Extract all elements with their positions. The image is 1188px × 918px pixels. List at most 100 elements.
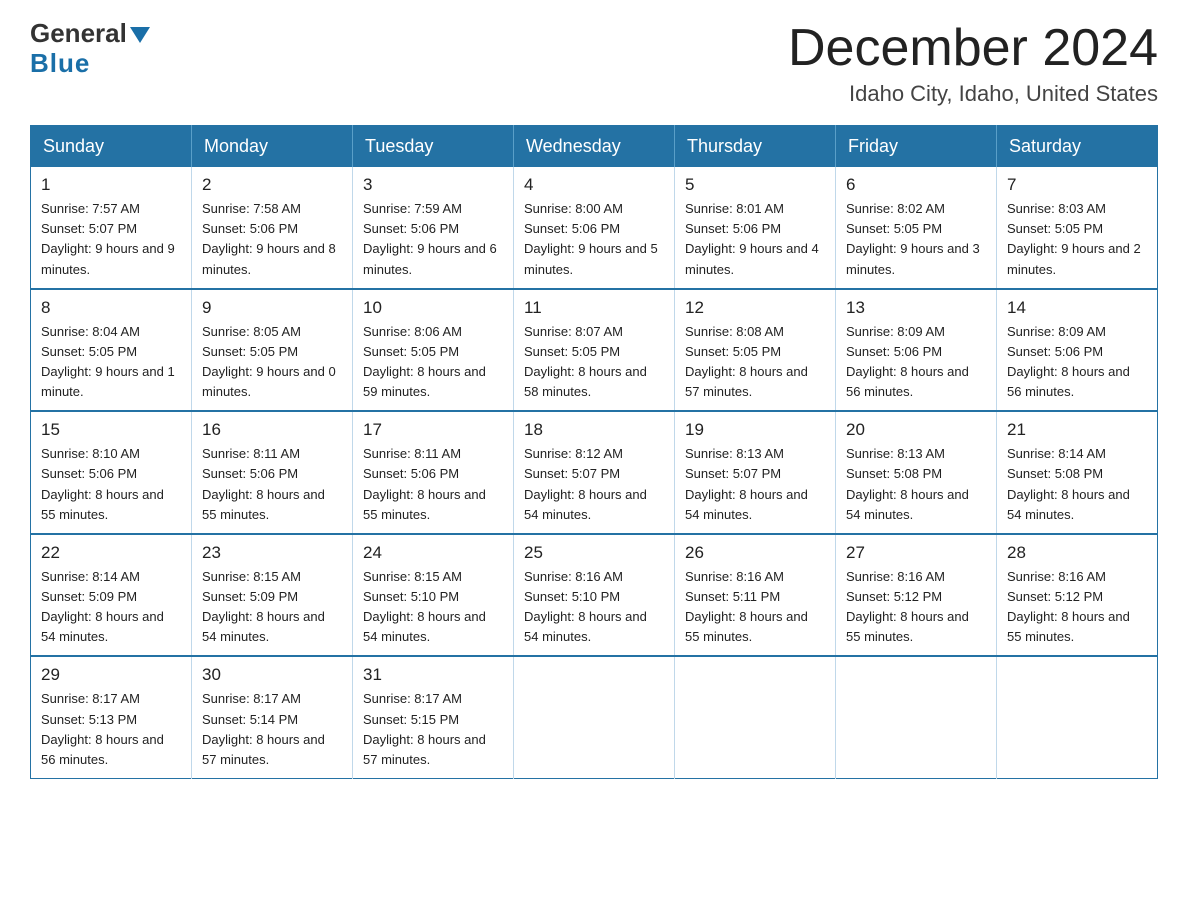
table-row: 26 Sunrise: 8:16 AM Sunset: 5:11 PM Dayl… — [675, 534, 836, 657]
day-number: 24 — [363, 543, 503, 563]
title-block: December 2024 Idaho City, Idaho, United … — [788, 20, 1158, 107]
header-sunday: Sunday — [31, 126, 192, 168]
header-tuesday: Tuesday — [353, 126, 514, 168]
table-row: 29 Sunrise: 8:17 AM Sunset: 5:13 PM Dayl… — [31, 656, 192, 778]
day-info: Sunrise: 8:15 AM Sunset: 5:09 PM Dayligh… — [202, 567, 342, 648]
day-info: Sunrise: 8:12 AM Sunset: 5:07 PM Dayligh… — [524, 444, 664, 525]
day-info: Sunrise: 7:58 AM Sunset: 5:06 PM Dayligh… — [202, 199, 342, 280]
table-row: 21 Sunrise: 8:14 AM Sunset: 5:08 PM Dayl… — [997, 411, 1158, 534]
day-info: Sunrise: 8:03 AM Sunset: 5:05 PM Dayligh… — [1007, 199, 1147, 280]
table-row: 31 Sunrise: 8:17 AM Sunset: 5:15 PM Dayl… — [353, 656, 514, 778]
page-subtitle: Idaho City, Idaho, United States — [788, 81, 1158, 107]
table-row: 11 Sunrise: 8:07 AM Sunset: 5:05 PM Dayl… — [514, 289, 675, 412]
day-number: 3 — [363, 175, 503, 195]
day-info: Sunrise: 7:59 AM Sunset: 5:06 PM Dayligh… — [363, 199, 503, 280]
day-info: Sunrise: 8:16 AM Sunset: 5:12 PM Dayligh… — [846, 567, 986, 648]
day-info: Sunrise: 8:13 AM Sunset: 5:08 PM Dayligh… — [846, 444, 986, 525]
table-row: 18 Sunrise: 8:12 AM Sunset: 5:07 PM Dayl… — [514, 411, 675, 534]
day-number: 30 — [202, 665, 342, 685]
day-number: 7 — [1007, 175, 1147, 195]
table-row: 28 Sunrise: 8:16 AM Sunset: 5:12 PM Dayl… — [997, 534, 1158, 657]
calendar-week-2: 8 Sunrise: 8:04 AM Sunset: 5:05 PM Dayli… — [31, 289, 1158, 412]
table-row: 4 Sunrise: 8:00 AM Sunset: 5:06 PM Dayli… — [514, 167, 675, 289]
day-number: 9 — [202, 298, 342, 318]
table-row: 1 Sunrise: 7:57 AM Sunset: 5:07 PM Dayli… — [31, 167, 192, 289]
table-row: 19 Sunrise: 8:13 AM Sunset: 5:07 PM Dayl… — [675, 411, 836, 534]
day-info: Sunrise: 8:17 AM Sunset: 5:15 PM Dayligh… — [363, 689, 503, 770]
day-info: Sunrise: 8:05 AM Sunset: 5:05 PM Dayligh… — [202, 322, 342, 403]
day-number: 15 — [41, 420, 181, 440]
table-row: 10 Sunrise: 8:06 AM Sunset: 5:05 PM Dayl… — [353, 289, 514, 412]
day-number: 6 — [846, 175, 986, 195]
day-info: Sunrise: 8:11 AM Sunset: 5:06 PM Dayligh… — [363, 444, 503, 525]
day-number: 14 — [1007, 298, 1147, 318]
day-info: Sunrise: 8:07 AM Sunset: 5:05 PM Dayligh… — [524, 322, 664, 403]
table-row: 30 Sunrise: 8:17 AM Sunset: 5:14 PM Dayl… — [192, 656, 353, 778]
day-number: 21 — [1007, 420, 1147, 440]
calendar-week-1: 1 Sunrise: 7:57 AM Sunset: 5:07 PM Dayli… — [31, 167, 1158, 289]
day-info: Sunrise: 8:09 AM Sunset: 5:06 PM Dayligh… — [1007, 322, 1147, 403]
day-number: 2 — [202, 175, 342, 195]
day-number: 22 — [41, 543, 181, 563]
day-info: Sunrise: 8:01 AM Sunset: 5:06 PM Dayligh… — [685, 199, 825, 280]
day-info: Sunrise: 8:00 AM Sunset: 5:06 PM Dayligh… — [524, 199, 664, 280]
day-info: Sunrise: 8:17 AM Sunset: 5:14 PM Dayligh… — [202, 689, 342, 770]
table-row: 27 Sunrise: 8:16 AM Sunset: 5:12 PM Dayl… — [836, 534, 997, 657]
table-row — [514, 656, 675, 778]
day-info: Sunrise: 8:15 AM Sunset: 5:10 PM Dayligh… — [363, 567, 503, 648]
day-number: 13 — [846, 298, 986, 318]
day-number: 19 — [685, 420, 825, 440]
table-row: 20 Sunrise: 8:13 AM Sunset: 5:08 PM Dayl… — [836, 411, 997, 534]
calendar-week-4: 22 Sunrise: 8:14 AM Sunset: 5:09 PM Dayl… — [31, 534, 1158, 657]
day-number: 8 — [41, 298, 181, 318]
table-row — [836, 656, 997, 778]
day-number: 17 — [363, 420, 503, 440]
day-info: Sunrise: 8:10 AM Sunset: 5:06 PM Dayligh… — [41, 444, 181, 525]
header-saturday: Saturday — [997, 126, 1158, 168]
day-number: 26 — [685, 543, 825, 563]
page-title: December 2024 — [788, 20, 1158, 77]
day-info: Sunrise: 8:02 AM Sunset: 5:05 PM Dayligh… — [846, 199, 986, 280]
table-row: 7 Sunrise: 8:03 AM Sunset: 5:05 PM Dayli… — [997, 167, 1158, 289]
table-row: 23 Sunrise: 8:15 AM Sunset: 5:09 PM Dayl… — [192, 534, 353, 657]
day-info: Sunrise: 8:17 AM Sunset: 5:13 PM Dayligh… — [41, 689, 181, 770]
header-monday: Monday — [192, 126, 353, 168]
logo: General Blue — [30, 20, 153, 79]
day-number: 1 — [41, 175, 181, 195]
table-row: 3 Sunrise: 7:59 AM Sunset: 5:06 PM Dayli… — [353, 167, 514, 289]
calendar-header-row: Sunday Monday Tuesday Wednesday Thursday… — [31, 126, 1158, 168]
table-row: 9 Sunrise: 8:05 AM Sunset: 5:05 PM Dayli… — [192, 289, 353, 412]
table-row: 15 Sunrise: 8:10 AM Sunset: 5:06 PM Dayl… — [31, 411, 192, 534]
day-number: 28 — [1007, 543, 1147, 563]
header-wednesday: Wednesday — [514, 126, 675, 168]
logo-blue-text: Blue — [30, 48, 90, 79]
logo-general-text: General — [30, 20, 127, 46]
table-row: 22 Sunrise: 8:14 AM Sunset: 5:09 PM Dayl… — [31, 534, 192, 657]
table-row: 5 Sunrise: 8:01 AM Sunset: 5:06 PM Dayli… — [675, 167, 836, 289]
table-row: 25 Sunrise: 8:16 AM Sunset: 5:10 PM Dayl… — [514, 534, 675, 657]
day-info: Sunrise: 8:13 AM Sunset: 5:07 PM Dayligh… — [685, 444, 825, 525]
day-info: Sunrise: 8:14 AM Sunset: 5:08 PM Dayligh… — [1007, 444, 1147, 525]
day-info: Sunrise: 8:08 AM Sunset: 5:05 PM Dayligh… — [685, 322, 825, 403]
table-row: 14 Sunrise: 8:09 AM Sunset: 5:06 PM Dayl… — [997, 289, 1158, 412]
day-info: Sunrise: 8:11 AM Sunset: 5:06 PM Dayligh… — [202, 444, 342, 525]
day-info: Sunrise: 8:09 AM Sunset: 5:06 PM Dayligh… — [846, 322, 986, 403]
day-number: 25 — [524, 543, 664, 563]
day-info: Sunrise: 8:16 AM Sunset: 5:10 PM Dayligh… — [524, 567, 664, 648]
table-row: 24 Sunrise: 8:15 AM Sunset: 5:10 PM Dayl… — [353, 534, 514, 657]
day-number: 10 — [363, 298, 503, 318]
day-number: 31 — [363, 665, 503, 685]
day-number: 12 — [685, 298, 825, 318]
day-number: 27 — [846, 543, 986, 563]
day-number: 20 — [846, 420, 986, 440]
table-row — [997, 656, 1158, 778]
day-number: 23 — [202, 543, 342, 563]
day-number: 16 — [202, 420, 342, 440]
header-thursday: Thursday — [675, 126, 836, 168]
logo-triangle-icon — [130, 27, 150, 43]
page-header: General Blue December 2024 Idaho City, I… — [30, 20, 1158, 107]
header-friday: Friday — [836, 126, 997, 168]
day-info: Sunrise: 7:57 AM Sunset: 5:07 PM Dayligh… — [41, 199, 181, 280]
day-info: Sunrise: 8:16 AM Sunset: 5:11 PM Dayligh… — [685, 567, 825, 648]
table-row: 13 Sunrise: 8:09 AM Sunset: 5:06 PM Dayl… — [836, 289, 997, 412]
